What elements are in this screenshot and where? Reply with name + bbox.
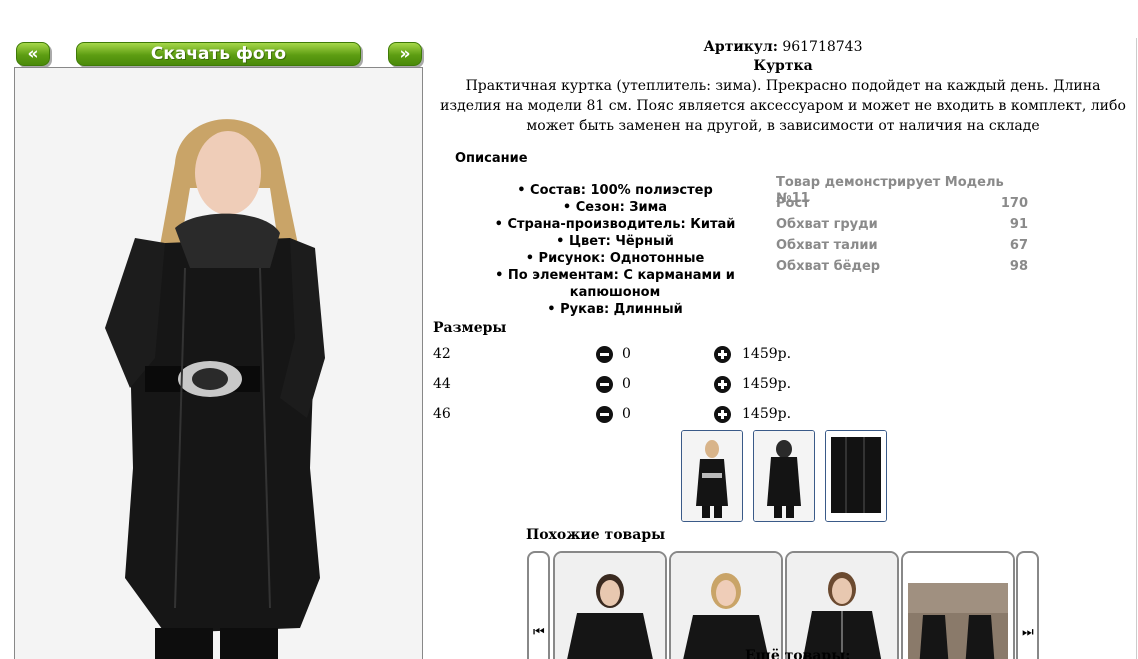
spec-item: • Сезон: Зима <box>562 200 668 215</box>
similar-product-card[interactable] <box>669 551 783 659</box>
plus-circle-icon[interactable] <box>714 406 731 423</box>
similar-product-card[interactable] <box>553 551 667 659</box>
skip-forward-icon: ⏭ <box>1022 625 1034 640</box>
model-row: Обхват талии 67 <box>776 238 1028 259</box>
minus-circle-icon[interactable] <box>596 346 613 363</box>
spec-item: • По элементам: С карманами и капюшоном <box>495 268 735 300</box>
article-label: Артикул: <box>703 39 778 55</box>
size-price: 1459р. <box>742 376 792 392</box>
size-quantity: 0 <box>622 406 631 422</box>
size-value: 42 <box>433 346 451 362</box>
size-quantity: 0 <box>622 346 631 362</box>
similar-product-image <box>671 553 781 659</box>
size-quantity: 0 <box>622 376 631 392</box>
model-heading: Товар демонстрирует Модель №11 <box>776 175 1028 206</box>
carousel-next-button[interactable]: ⏭ <box>1016 551 1039 659</box>
model-row-label: Обхват бёдер <box>776 259 881 274</box>
model-row-value: 67 <box>1009 238 1028 253</box>
model-row-label: Обхват талии <box>776 238 878 253</box>
model-heading-text: Товар демонстрирует Модель №11 <box>776 175 1004 206</box>
product-description: Практичная куртка (утеплитель: зима). Пр… <box>440 78 1126 134</box>
thumbnail-image <box>682 431 742 521</box>
minus-circle-icon[interactable] <box>596 376 613 393</box>
more-products-title: Ещё товары: <box>745 648 851 659</box>
model-row-label: Обхват груди <box>776 217 878 232</box>
product-title: Куртка <box>753 58 813 74</box>
size-price: 1459р. <box>742 346 792 362</box>
size-value: 44 <box>433 376 451 392</box>
minus-circle-icon[interactable] <box>596 406 613 423</box>
similar-title: Похожие товары <box>526 527 666 543</box>
spec-item: • Рисунок: Однотонные <box>525 251 705 266</box>
plus-circle-icon[interactable] <box>714 346 731 363</box>
model-row-value: 170 <box>1000 196 1028 211</box>
specs-title: Описание <box>455 151 528 166</box>
model-row: Обхват бёдер 98 <box>776 259 1028 280</box>
main-product-photo[interactable] <box>14 67 423 659</box>
page-divider <box>1136 38 1137 659</box>
spec-item: • Состав: 100% полиэстер <box>517 183 713 198</box>
article-line: Артикул: 961718743 <box>433 38 1133 56</box>
plus-circle-icon[interactable] <box>714 376 731 393</box>
similar-product-image <box>555 553 665 659</box>
model-measurements: Товар демонстрирует Модель №11 Рост 170 О… <box>776 175 1028 280</box>
similar-product-card[interactable] <box>785 551 899 659</box>
photo-thumbnail[interactable] <box>681 430 743 522</box>
model-row-value: 91 <box>1009 217 1028 232</box>
sizes-title: Размеры <box>433 320 507 336</box>
model-row: Рост 170 <box>776 196 1028 217</box>
specs-list: • Состав: 100% полиэстер • Сезон: Зима •… <box>450 182 780 318</box>
photo-thumbnail[interactable] <box>825 430 887 522</box>
similar-product-card[interactable] <box>901 551 1015 659</box>
carousel-prev-button[interactable]: ⏮ <box>527 551 550 659</box>
similar-product-image <box>787 553 897 659</box>
thumbnail-image <box>826 431 886 521</box>
spec-item: • Страна-производитель: Китай <box>494 217 736 232</box>
spec-item: • Рукав: Длинный <box>547 302 683 317</box>
next-photo-button[interactable]: » <box>388 42 422 66</box>
product-model-image <box>15 68 422 659</box>
spec-item: • Цвет: Чёрный <box>556 234 674 249</box>
size-value: 46 <box>433 406 451 422</box>
prev-photo-button[interactable]: « <box>16 42 50 66</box>
article-value: 961718743 <box>782 39 863 55</box>
model-row: Обхват груди 91 <box>776 217 1028 238</box>
download-photo-button[interactable]: Скачать фото <box>76 42 361 66</box>
product-info: Артикул: 961718743 Куртка Практичная кур… <box>433 38 1133 136</box>
similar-product-image <box>903 553 1013 659</box>
skip-back-icon: ⏮ <box>533 625 545 640</box>
model-row-label: Рост <box>776 196 810 211</box>
size-price: 1459р. <box>742 406 792 422</box>
model-row-value: 98 <box>1009 259 1028 274</box>
thumbnail-image <box>754 431 814 521</box>
photo-thumbnail[interactable] <box>753 430 815 522</box>
